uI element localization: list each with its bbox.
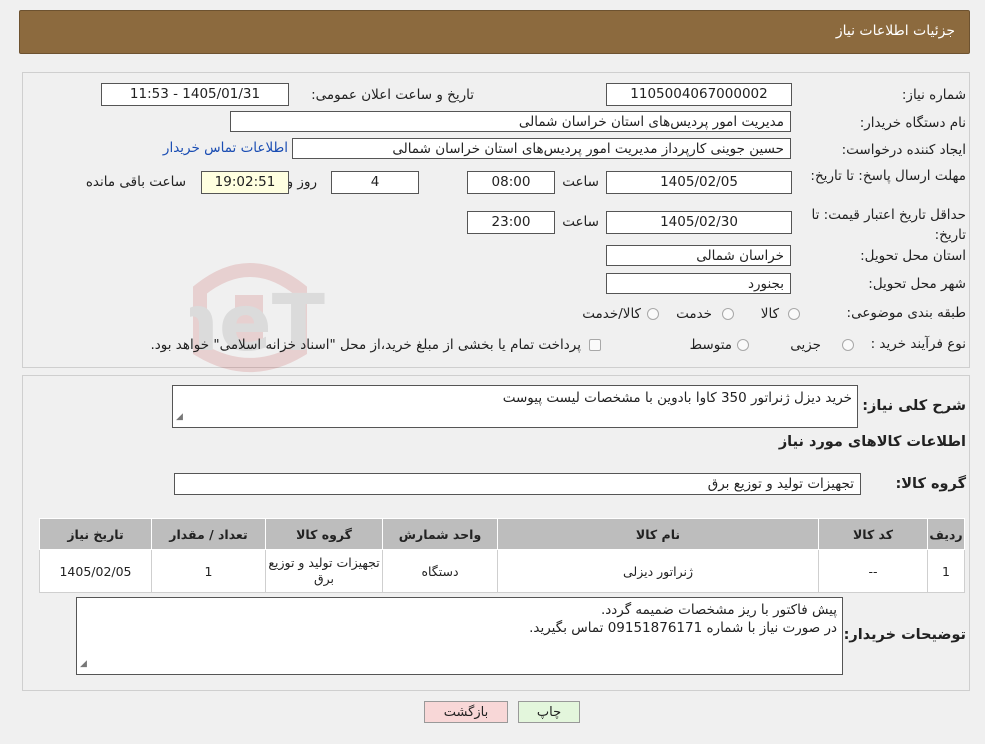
buyer-org-label: نام دستگاه خریدار: bbox=[859, 115, 966, 131]
table-row: 1 -- ژنراتور دیزلی دستگاه تجهیزات تولید … bbox=[39, 549, 965, 593]
process-note: پرداخت تمام یا بخشی از مبلغ خرید،از محل … bbox=[150, 337, 581, 353]
announce-field: 1405/01/31 - 11:53 bbox=[101, 83, 289, 106]
cell-unit: دستگاه bbox=[382, 549, 498, 593]
process-label: نوع فرآیند خرید : bbox=[870, 336, 966, 352]
days-field: 4 bbox=[331, 171, 419, 194]
back-button[interactable]: بازگشت bbox=[424, 701, 508, 723]
announce-label: تاریخ و ساعت اعلان عمومی: bbox=[311, 87, 474, 103]
col-qty: تعداد / مقدار bbox=[151, 518, 266, 550]
cell-row: 1 bbox=[927, 549, 965, 593]
watermark-text: AriaTender.neT bbox=[190, 279, 325, 369]
category-service-radio[interactable] bbox=[722, 308, 734, 320]
deadline-time-label: ساعت bbox=[562, 174, 599, 190]
category-goods-label: کالا bbox=[760, 306, 779, 322]
process-medium-label: متوسط bbox=[689, 337, 732, 353]
items-table: ردیف کد کالا نام کالا واحد شمارش گروه کا… bbox=[39, 518, 965, 593]
deadline-date-field: 1405/02/05 bbox=[606, 171, 792, 194]
print-button[interactable]: چاپ bbox=[518, 701, 580, 723]
need-number-label: شماره نیاز: bbox=[901, 87, 966, 103]
cell-group: تجهیزات تولید و توزیع برق bbox=[265, 549, 383, 593]
need-number-field: 1105004067000002 bbox=[606, 83, 792, 106]
cell-name: ژنراتور دیزلی bbox=[497, 549, 819, 593]
cell-date: 1405/02/05 bbox=[39, 549, 152, 593]
page-header: جزئیات اطلاعات نیاز bbox=[19, 10, 970, 54]
category-goods-radio[interactable] bbox=[788, 308, 800, 320]
resize-grip-icon[interactable]: ◢ bbox=[80, 655, 87, 673]
validity-time-field: 23:00 bbox=[467, 211, 555, 234]
city-label: شهر محل تحویل: bbox=[868, 276, 966, 292]
deadline-label: مهلت ارسال پاسخ: تا تاریخ: bbox=[810, 168, 966, 184]
process-minor-label: جزیی bbox=[790, 337, 821, 353]
creator-field: حسین جوینی کارپرداز مدیریت امور پردیس‌ها… bbox=[292, 138, 791, 159]
goods-group-field: تجهیزات تولید و توزیع برق bbox=[174, 473, 861, 495]
deadline-time-field: 08:00 bbox=[467, 171, 555, 194]
province-label: استان محل تحویل: bbox=[860, 248, 966, 264]
remaining-time-field: 19:02:51 bbox=[201, 171, 289, 194]
creator-label: ایجاد کننده درخواست: bbox=[841, 142, 966, 158]
need-description-text: خرید دیزل ژنراتور 350 کاوا بادوین با مشخ… bbox=[502, 390, 852, 406]
items-table-header-row: ردیف کد کالا نام کالا واحد شمارش گروه کا… bbox=[39, 518, 965, 550]
col-unit: واحد شمارش bbox=[382, 518, 498, 550]
category-both-radio[interactable] bbox=[647, 308, 659, 320]
buyer-contact-link[interactable]: اطلاعات تماس خریدار bbox=[163, 140, 288, 156]
col-code: کد کالا bbox=[818, 518, 928, 550]
category-label: طبقه بندی موضوعی: bbox=[846, 305, 966, 321]
items-section-title: اطلاعات کالاهای مورد نیاز bbox=[778, 434, 966, 450]
buyer-org-field: مدیریت امور پردیس‌های استان خراسان شمالی bbox=[230, 111, 791, 132]
need-description-label: شرح کلی نیاز: bbox=[862, 398, 966, 414]
cell-code: -- bbox=[818, 549, 928, 593]
remaining-label: ساعت باقی مانده bbox=[85, 174, 186, 190]
col-row: ردیف bbox=[927, 518, 965, 550]
buyer-notes-field[interactable]: پیش فاکتور با ریز مشخصات ضمیمه گردد. در … bbox=[76, 597, 843, 675]
validity-label: حداقل تاریخ اعتبار قیمت: تا تاریخ: bbox=[811, 207, 966, 243]
validity-date-field: 1405/02/30 bbox=[606, 211, 792, 234]
category-service-label: خدمت bbox=[676, 306, 712, 322]
days-label: روز و bbox=[286, 174, 317, 190]
validity-time-label: ساعت bbox=[562, 214, 599, 230]
resize-grip-icon[interactable]: ◢ bbox=[176, 408, 183, 426]
page-title: جزئیات اطلاعات نیاز bbox=[835, 23, 955, 39]
province-field: خراسان شمالی bbox=[606, 245, 791, 266]
category-both-label: کالا/خدمت bbox=[582, 306, 641, 322]
city-field: بجنورد bbox=[606, 273, 791, 294]
process-treasury-checkbox[interactable] bbox=[589, 339, 601, 351]
goods-group-label: گروه کالا: bbox=[895, 476, 966, 492]
buyer-notes-line-2: در صورت نیاز با شماره 09151876171 تماس ب… bbox=[529, 620, 837, 636]
col-group: گروه کالا bbox=[265, 518, 383, 550]
process-minor-radio[interactable] bbox=[842, 339, 854, 351]
col-name: نام کالا bbox=[497, 518, 819, 550]
need-description-field[interactable]: خرید دیزل ژنراتور 350 کاوا بادوین با مشخ… bbox=[172, 385, 858, 428]
process-medium-radio[interactable] bbox=[737, 339, 749, 351]
col-date: تاریخ نیاز bbox=[39, 518, 152, 550]
cell-qty: 1 bbox=[151, 549, 266, 593]
buyer-notes-line-1: پیش فاکتور با ریز مشخصات ضمیمه گردد. bbox=[600, 602, 837, 618]
buyer-notes-label: توضیحات خریدار: bbox=[843, 627, 966, 643]
